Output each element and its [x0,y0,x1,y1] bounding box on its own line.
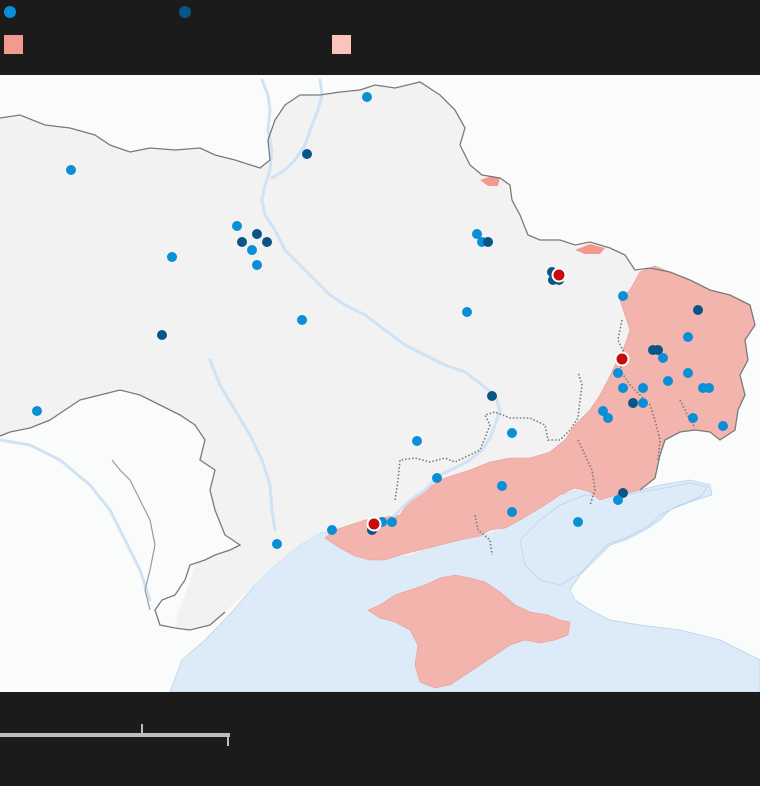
strike-dot-light-icon [252,260,262,270]
strike-dot-light-icon [432,473,442,483]
strike-dot-light-icon [297,315,307,325]
strike-dot-light-icon [663,376,673,386]
strike-dot-light-icon [32,406,42,416]
strike-dot-light-icon [497,481,507,491]
ukraine-map [0,78,760,692]
map-footer [0,692,760,786]
legend-dot-light-icon [4,6,16,18]
strike-dot-dark-icon [302,149,312,159]
legend-swatch-occupied-icon [4,35,23,54]
strike-dot-light-icon [412,436,422,446]
legend-swatch-recent-icon [332,35,351,54]
strike-dot-light-icon [638,383,648,393]
strike-dot-light-icon [658,353,668,363]
scale-bar [0,733,230,737]
map-legend-header [0,0,760,75]
strike-dot-dark-icon [693,305,703,315]
strike-dot-dark-icon [483,237,493,247]
strike-dot-light-icon [272,539,282,549]
strike-dot-dark-icon [262,237,272,247]
strike-dot-light-icon [387,517,397,527]
strike-marker-red-icon [551,267,567,283]
strike-dot-light-icon [507,507,517,517]
strike-dot-dark-icon [252,229,262,239]
strike-dot-light-icon [573,517,583,527]
strike-dot-light-icon [167,252,177,262]
strike-marker-red-icon [614,351,630,367]
strike-dot-light-icon [683,368,693,378]
strike-dot-dark-icon [628,398,638,408]
strike-dot-light-icon [603,413,613,423]
strike-dot-light-icon [507,428,517,438]
scale-tick-end [227,733,229,746]
strike-dot-light-icon [247,245,257,255]
dniester-river [0,438,152,602]
strike-dot-light-icon [613,495,623,505]
strike-dot-light-icon [618,383,628,393]
strike-dot-light-icon [683,332,693,342]
strike-dot-light-icon [704,383,714,393]
strike-dot-light-icon [688,413,698,423]
strike-dot-light-icon [638,398,648,408]
strike-dot-light-icon [66,165,76,175]
strike-dot-light-icon [327,525,337,535]
scale-tick-middle [141,724,143,734]
strike-marker-red-icon [366,516,382,532]
strike-dot-light-icon [462,307,472,317]
strike-dot-dark-icon [157,330,167,340]
legend-dot-dark-icon [179,6,191,18]
strike-dot-light-icon [362,92,372,102]
strike-dot-dark-icon [487,391,497,401]
strike-dot-light-icon [618,291,628,301]
strike-dot-light-icon [718,421,728,431]
strike-dot-dark-icon [237,237,247,247]
strike-dot-light-icon [613,368,623,378]
map-panel [0,75,760,692]
strike-dot-light-icon [232,221,242,231]
